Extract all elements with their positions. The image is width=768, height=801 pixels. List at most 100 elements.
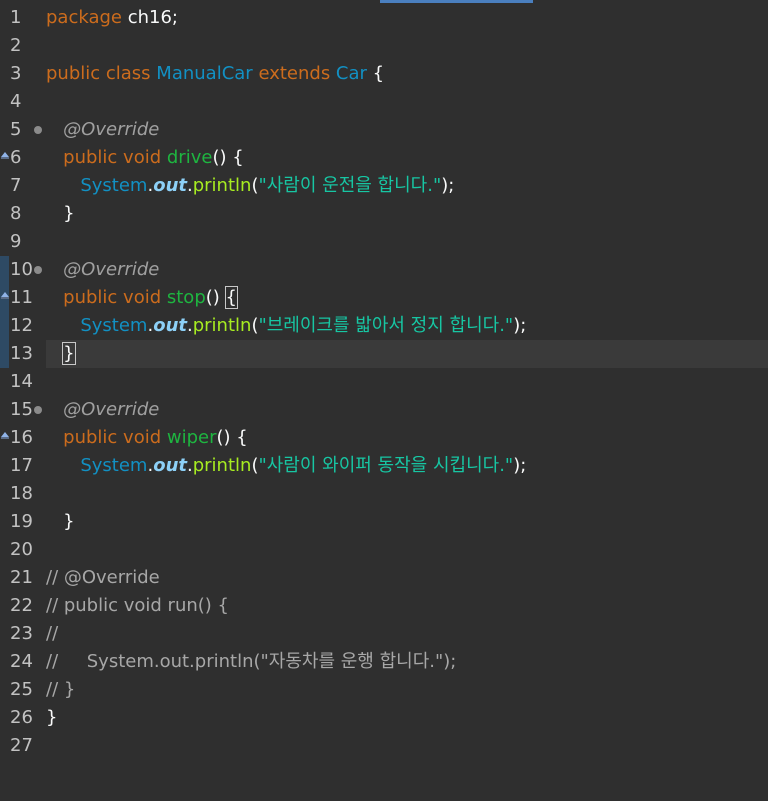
code-text[interactable]: public void wiper() { [46,424,768,452]
line-number: 24 [10,651,33,672]
line-gutter[interactable]: 27 [0,732,46,760]
fold-toggle-icon[interactable] [34,266,42,274]
code-text[interactable]: // public void run() { [46,592,768,620]
line-gutter[interactable]: 8 [0,200,46,228]
code-line[interactable]: 25 // } [0,676,768,704]
override-arrow-icon[interactable] [1,292,9,299]
line-gutter[interactable]: 15 [0,396,46,424]
code-text[interactable]: public class ManualCar extends Car { [46,60,768,88]
code-line[interactable]: 4 [0,88,768,116]
line-gutter[interactable]: 17 [0,452,46,480]
code-text[interactable] [46,480,768,508]
code-text[interactable] [46,228,768,256]
code-text[interactable]: @Override [46,116,768,144]
code-line[interactable]: 19 } [0,508,768,536]
override-arrow-icon[interactable] [1,432,9,439]
code-line[interactable]: 6 public void drive() { [0,144,768,172]
line-gutter[interactable]: 24 [0,648,46,676]
code-line[interactable]: 27 [0,732,768,760]
code-text[interactable]: } [46,508,768,536]
line-gutter[interactable]: 1 [0,4,46,32]
code-line[interactable]: 21 // @Override [0,564,768,592]
code-token: public void [63,287,167,308]
code-line[interactable]: 3 public class ManualCar extends Car { [0,60,768,88]
code-text[interactable]: @Override [46,256,768,284]
code-line[interactable]: 23 // [0,620,768,648]
code-line[interactable]: 13 } [0,340,768,368]
code-text[interactable]: } [46,200,768,228]
line-gutter[interactable]: 7 [0,172,46,200]
code-text[interactable]: System.out.println("사람이 와이퍼 동작을 시킵니다."); [46,452,768,480]
code-token: public class [46,63,157,84]
fold-toggle-icon[interactable] [34,406,42,414]
code-token: extends [252,63,336,84]
code-line[interactable]: 14 [0,368,768,396]
line-gutter[interactable]: 10 [0,256,46,284]
code-text[interactable]: // @Override [46,564,768,592]
line-number: 16 [10,427,33,448]
code-line[interactable]: 16 public void wiper() { [0,424,768,452]
code-line[interactable]: 2 [0,32,768,60]
code-line[interactable]: 24 // System.out.println("자동차를 운행 합니다."); [0,648,768,676]
code-text[interactable]: @Override [46,396,768,424]
code-text[interactable]: // System.out.println("자동차를 운행 합니다."); [46,648,768,676]
change-marker [0,312,9,340]
code-line[interactable]: 10 @Override [0,256,768,284]
code-line[interactable]: 1 package ch16; [0,4,768,32]
line-number: 18 [10,483,33,504]
code-text[interactable]: public void drive() { [46,144,768,172]
line-gutter[interactable]: 6 [0,144,46,172]
line-gutter[interactable]: 13 [0,340,46,368]
fold-toggle-icon[interactable] [34,126,42,134]
code-text[interactable]: System.out.println("사람이 운전을 합니다."); [46,172,768,200]
line-gutter[interactable]: 11 [0,284,46,312]
line-gutter[interactable]: 2 [0,32,46,60]
code-text[interactable]: } [46,704,768,732]
code-line[interactable]: 18 [0,480,768,508]
code-text[interactable]: public void stop() { [46,284,768,312]
code-text[interactable] [46,88,768,116]
code-line[interactable]: 26} [0,704,768,732]
line-gutter[interactable]: 9 [0,228,46,256]
code-line[interactable]: 11 public void stop() { [0,284,768,312]
line-gutter[interactable]: 19 [0,508,46,536]
code-line[interactable]: 20 [0,536,768,564]
line-gutter[interactable]: 22 [0,592,46,620]
code-token: } [46,511,75,532]
code-line[interactable]: 15 @Override [0,396,768,424]
code-text[interactable]: // } [46,676,768,704]
line-gutter[interactable]: 12 [0,312,46,340]
line-gutter[interactable]: 16 [0,424,46,452]
code-line[interactable]: 5 @Override [0,116,768,144]
code-line[interactable]: 12 System.out.println("브레이크를 밟아서 정지 합니다.… [0,312,768,340]
code-line[interactable]: 22 // public void run() { [0,592,768,620]
code-text[interactable] [46,732,768,760]
line-gutter[interactable]: 4 [0,88,46,116]
code-token: println [192,175,252,196]
line-gutter[interactable]: 25 [0,676,46,704]
code-line[interactable]: 8 } [0,200,768,228]
code-line[interactable]: 17 System.out.println("사람이 와이퍼 동작을 시킵니다.… [0,452,768,480]
line-gutter[interactable]: 26 [0,704,46,732]
code-text[interactable]: package ch16; [46,4,768,32]
code-token: System [80,455,148,476]
code-line[interactable]: 9 [0,228,768,256]
code-text[interactable]: System.out.println("브레이크를 밟아서 정지 합니다."); [46,312,768,340]
line-gutter[interactable]: 14 [0,368,46,396]
code-text[interactable]: // [46,620,768,648]
override-arrow-icon[interactable] [1,152,9,159]
line-gutter[interactable]: 20 [0,536,46,564]
code-editor[interactable]: 1 package ch16; 2 3 public class ManualCar e… [0,4,768,760]
code-text[interactable]: } [46,340,768,368]
line-gutter[interactable]: 5 [0,116,46,144]
line-gutter[interactable]: 18 [0,480,46,508]
line-gutter[interactable]: 23 [0,620,46,648]
line-gutter[interactable]: 3 [0,60,46,88]
code-line[interactable]: 7 System.out.println("사람이 운전을 합니다."); [0,172,768,200]
line-gutter[interactable]: 21 [0,564,46,592]
code-text[interactable] [46,368,768,396]
code-text[interactable] [46,536,768,564]
code-text[interactable] [46,32,768,60]
